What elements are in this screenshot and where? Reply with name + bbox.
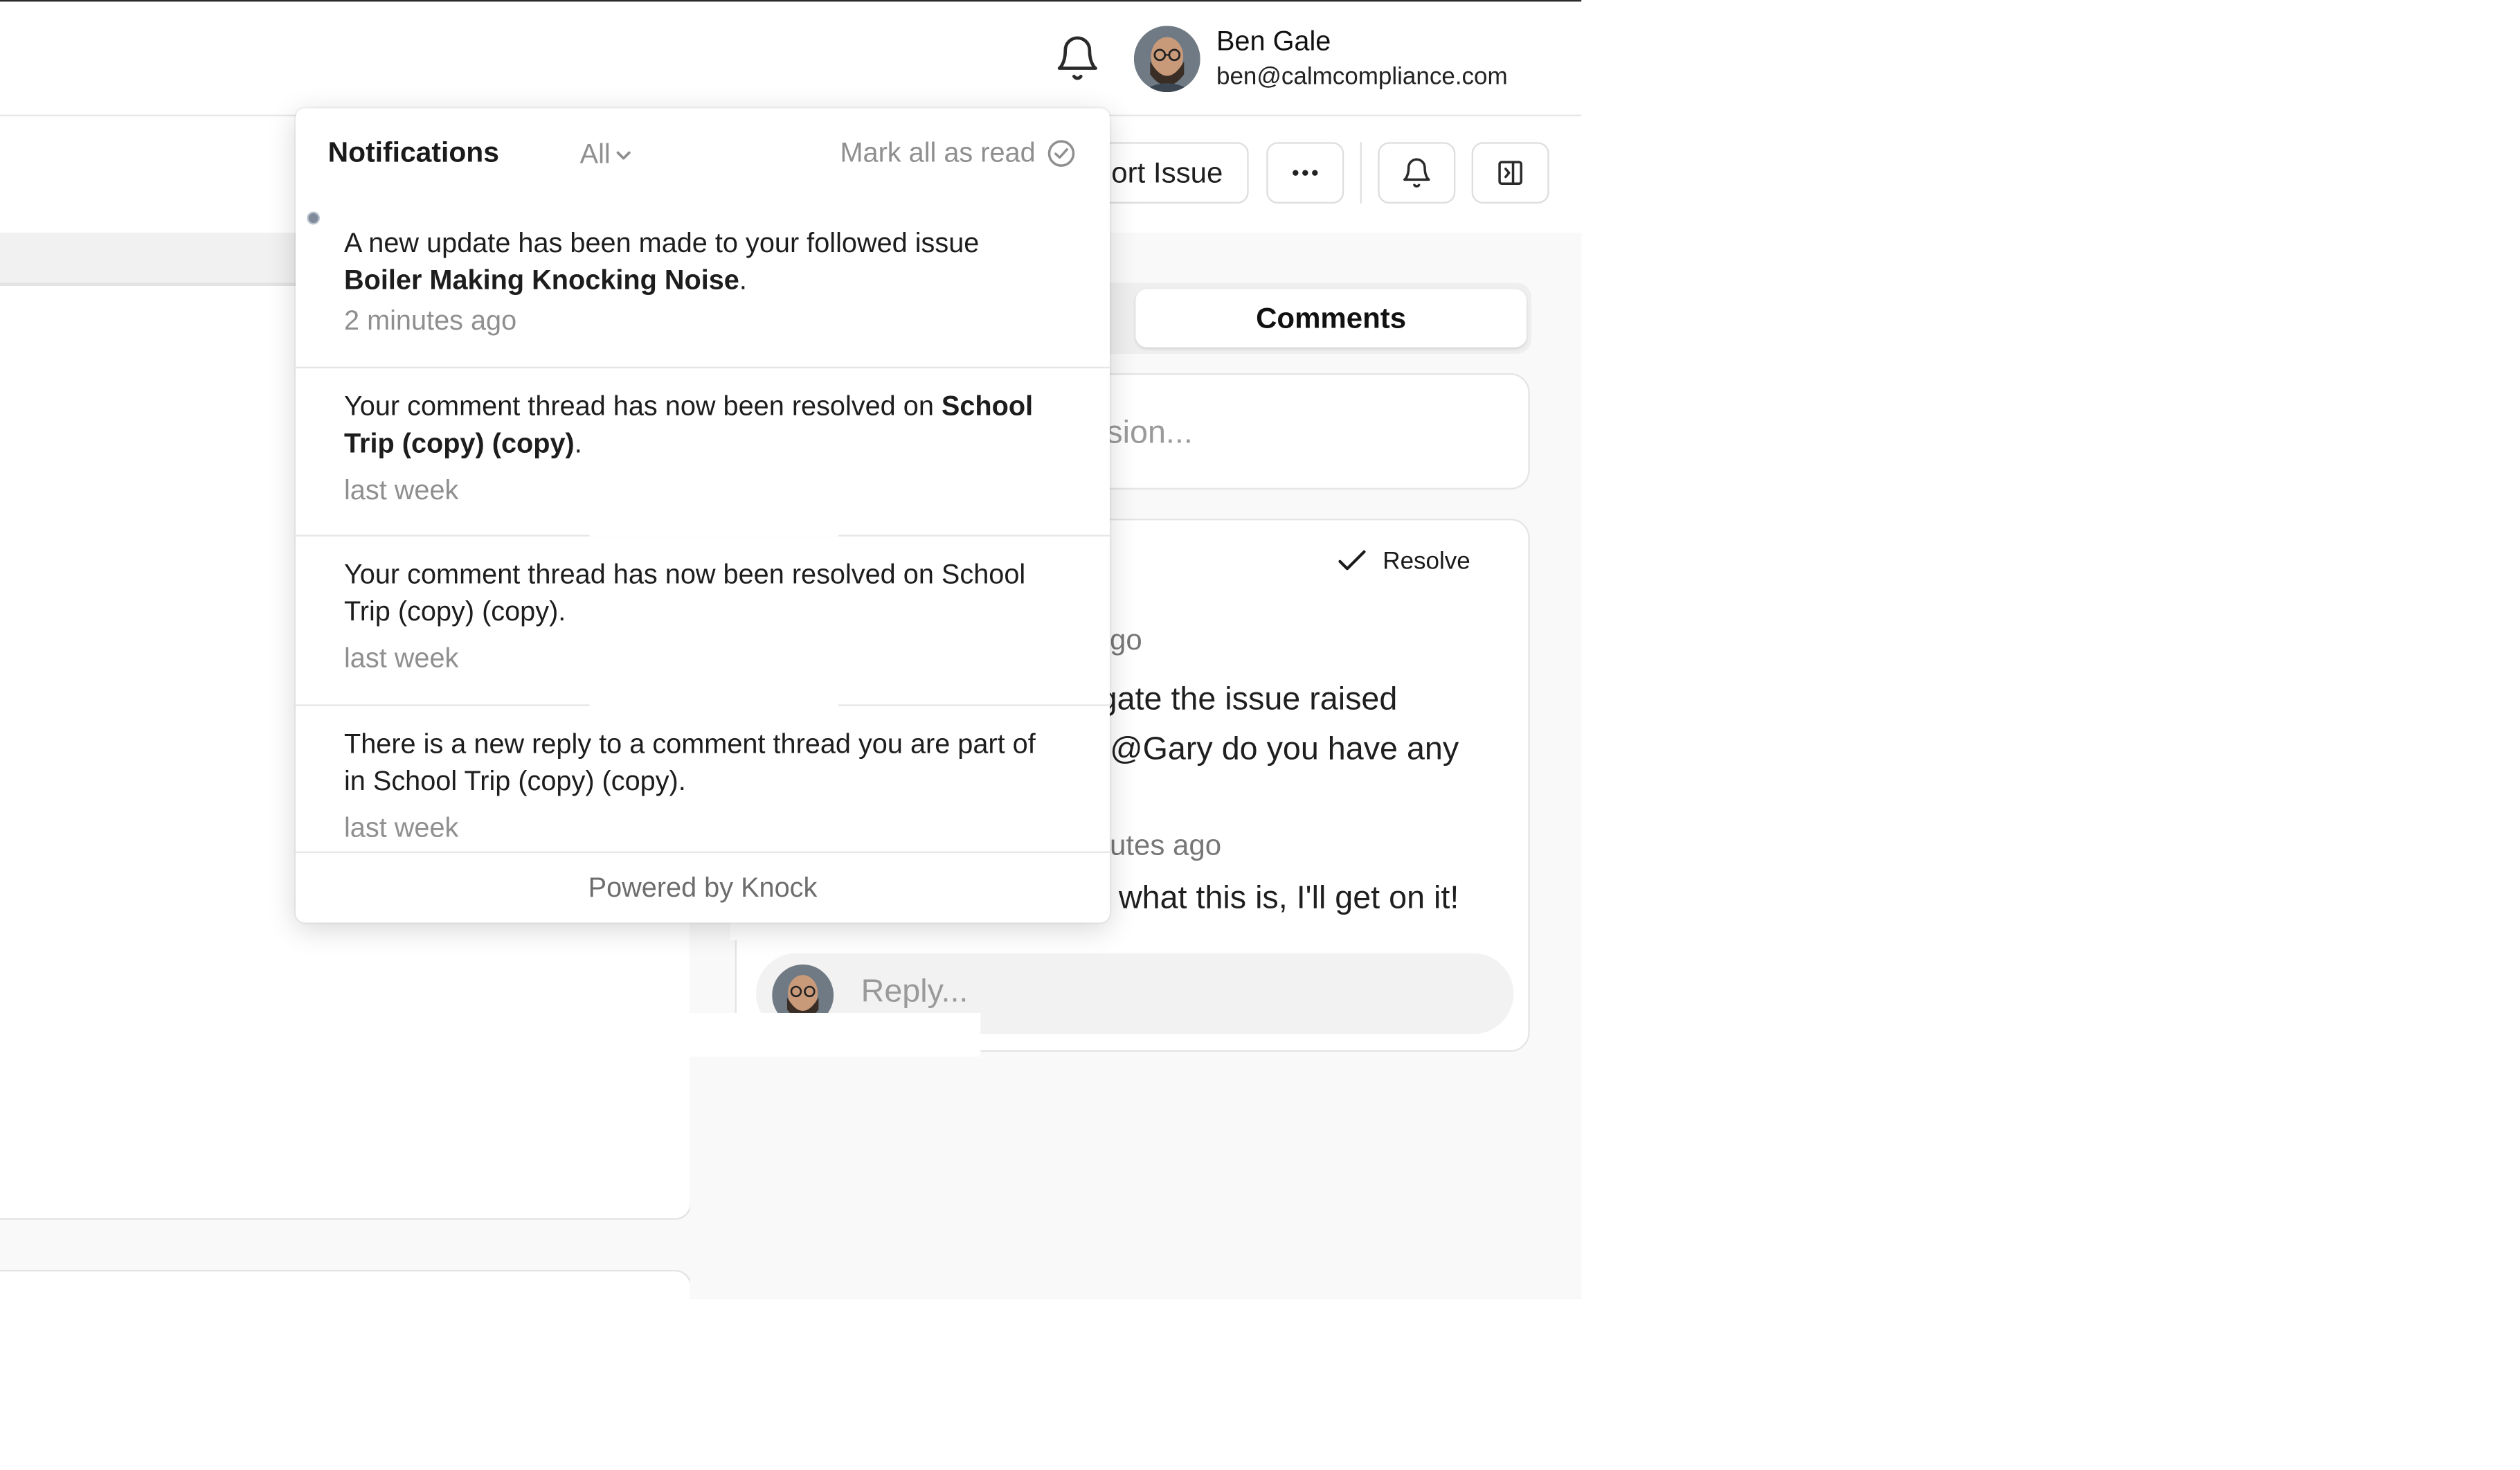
- notification-time: last week: [343, 474, 459, 506]
- render-artifact: [589, 532, 838, 537]
- reply-placeholder: Reply...: [861, 974, 969, 1010]
- render-artifact: [690, 1012, 981, 1057]
- reply-body: v what this is, I'll get on it!: [1093, 880, 1459, 916]
- render-artifact: [730, 920, 981, 940]
- notification-item[interactable]: Your comment thread has now been resolve…: [295, 366, 1110, 537]
- resolve-label: Resolve: [1383, 546, 1470, 575]
- notifications-title: Notifications: [327, 135, 499, 168]
- chevron-down-icon: [616, 150, 631, 159]
- follow-issue-button[interactable]: [1378, 142, 1456, 204]
- render-artifact: [589, 702, 838, 706]
- notification-text-part: .: [739, 265, 747, 296]
- app-window: Ben Gale ben@calmcompliance.com ort Issu…: [0, 0, 1582, 1299]
- toolbar-divider: [1360, 142, 1362, 204]
- mark-all-read-button[interactable]: Mark all as read: [840, 137, 1076, 170]
- notification-text-part: Your comment thread has now been resolve…: [343, 391, 942, 422]
- more-options-button[interactable]: [1266, 142, 1344, 204]
- user-email: ben@calmcompliance.com: [1216, 62, 1508, 91]
- viewport: Ben Gale ben@calmcompliance.com ort Issu…: [0, 0, 2520, 1470]
- mark-all-read-label: Mark all as read: [840, 137, 1036, 168]
- comment-body: igate the issue raised . @Gary do you ha…: [1092, 681, 1459, 768]
- notification-item[interactable]: There is a new reply to a comment thread…: [295, 704, 1110, 853]
- top-bar: [0, 0, 1582, 116]
- notifications-popover: Notifications All Mark all as read A new…: [295, 108, 1110, 923]
- sidebar-toggle-icon: [1498, 161, 1522, 185]
- bell-icon: [1403, 158, 1430, 188]
- notification-text-part: A new update has been made to your follo…: [343, 227, 980, 259]
- toggle-sidebar-button[interactable]: [1471, 142, 1549, 204]
- resolve-thread-button[interactable]: Resolve: [1338, 539, 1470, 582]
- notification-time: last week: [343, 812, 459, 843]
- user-avatar[interactable]: [1133, 26, 1200, 92]
- issue-secondary-card: [0, 1269, 692, 1299]
- notification-text: A new update has been made to your follo…: [344, 224, 1055, 298]
- notification-link-text[interactable]: Boiler Making Knocking Noise: [344, 265, 739, 296]
- notification-time: last week: [343, 643, 459, 674]
- check-circle-icon: [1047, 140, 1075, 167]
- notification-text: Your comment thread has now been resolve…: [343, 559, 1026, 627]
- ellipsis-icon: [1293, 170, 1318, 176]
- notification-filter-select[interactable]: All: [580, 139, 631, 172]
- notification-time: 2 minutes ago: [343, 305, 517, 337]
- filter-value: All: [579, 138, 611, 170]
- notification-text: Your comment thread has now been resolve…: [344, 388, 1055, 462]
- check-icon: [1338, 550, 1366, 571]
- notification-item[interactable]: A new update has been made to your follo…: [296, 205, 1110, 368]
- tab-comments[interactable]: Comments: [1135, 289, 1527, 348]
- notification-text-part: .: [574, 428, 582, 459]
- notification-item[interactable]: Your comment thread has now been resolve…: [295, 535, 1110, 704]
- notification-text: There is a new reply to a comment thread…: [343, 728, 1036, 797]
- powered-by-footer: Powered by Knock: [295, 851, 1110, 923]
- notifications-bell-icon[interactable]: [1053, 34, 1101, 82]
- user-name: Ben Gale: [1216, 26, 1331, 57]
- reply-timestamp: nutes ago: [1093, 828, 1222, 861]
